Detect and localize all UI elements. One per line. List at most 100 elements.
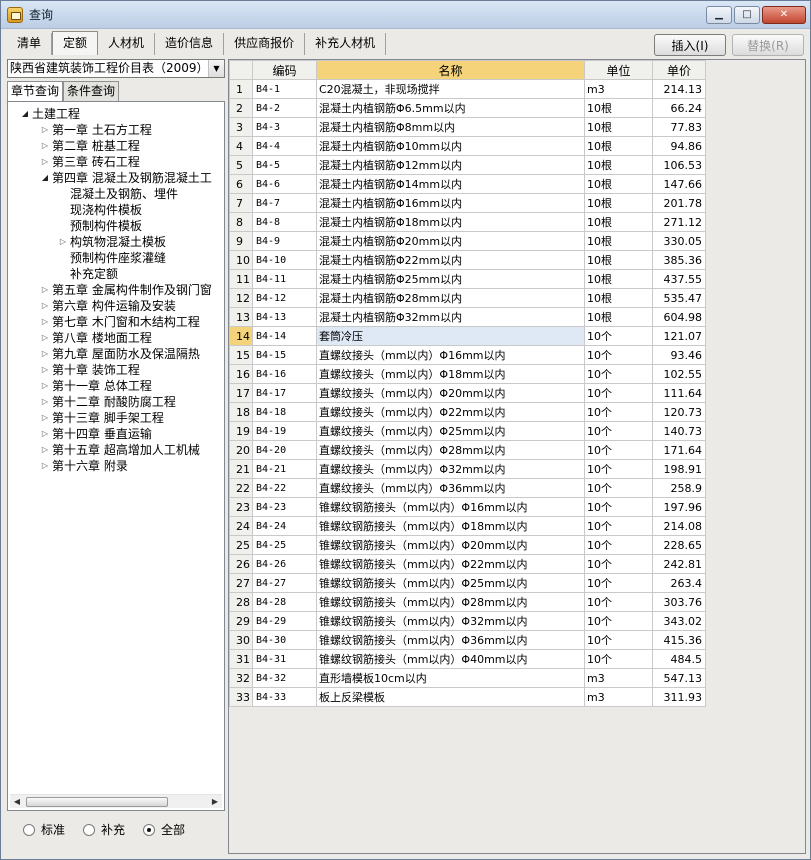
filter-radio-1[interactable]: 补充 <box>83 821 125 838</box>
table-row[interactable]: 26 B4-26 锥螺纹钢筋接头（mm以内）Φ22mm以内 10个 242.81 <box>229 554 706 574</box>
tree-item[interactable]: ▷ 第三章 砖石工程 <box>8 154 224 170</box>
cell-name[interactable]: 锥螺纹钢筋接头（mm以内）Φ28mm以内 <box>316 592 585 612</box>
cell-code[interactable]: B4-6 <box>252 174 317 194</box>
cell-name[interactable]: 混凝土内植钢筋Φ16mm以内 <box>316 193 585 213</box>
cell-code[interactable]: B4-7 <box>252 193 317 213</box>
cell-code[interactable]: B4-12 <box>252 288 317 308</box>
cell-name[interactable]: 锥螺纹钢筋接头（mm以内）Φ18mm以内 <box>316 516 585 536</box>
cell-code[interactable]: B4-32 <box>252 668 317 688</box>
tree-item[interactable]: ▷ 第十章 装饰工程 <box>8 362 224 378</box>
cell-code[interactable]: B4-29 <box>252 611 317 631</box>
table-row[interactable]: 4 B4-4 混凝土内植钢筋Φ10mm以内 10根 94.86 <box>229 136 706 156</box>
table-row[interactable]: 13 B4-13 混凝土内植钢筋Φ32mm以内 10根 604.98 <box>229 307 706 327</box>
table-row[interactable]: 17 B4-17 直螺纹接头（mm以内）Φ20mm以内 10个 111.64 <box>229 383 706 403</box>
radio-circle[interactable] <box>143 823 156 836</box>
cell-code[interactable]: B4-31 <box>252 649 317 669</box>
cell-price[interactable]: 171.64 <box>652 440 706 460</box>
price-table-select[interactable]: 陕西省建筑装饰工程价目表（2009） ▼ <box>7 59 225 78</box>
table-row[interactable]: 27 B4-27 锥螺纹钢筋接头（mm以内）Φ25mm以内 10个 263.4 <box>229 573 706 593</box>
expand-icon[interactable]: ▷ <box>40 442 50 458</box>
cell-code[interactable]: B4-20 <box>252 440 317 460</box>
cell-unit[interactable]: 10根 <box>584 288 653 308</box>
chevron-down-icon[interactable]: ▼ <box>208 60 224 77</box>
cell-name[interactable]: 混凝土内植钢筋Φ14mm以内 <box>316 174 585 194</box>
cell-price[interactable]: 201.78 <box>652 193 706 213</box>
table-row[interactable]: 23 B4-23 锥螺纹钢筋接头（mm以内）Φ16mm以内 10个 197.96 <box>229 497 706 517</box>
table-row[interactable]: 11 B4-11 混凝土内植钢筋Φ25mm以内 10根 437.55 <box>229 269 706 289</box>
cell-code[interactable]: B4-21 <box>252 459 317 479</box>
cell-price[interactable]: 535.47 <box>652 288 706 308</box>
cell-code[interactable]: B4-17 <box>252 383 317 403</box>
cell-unit[interactable]: m3 <box>584 687 653 707</box>
cell-unit[interactable]: 10个 <box>584 364 653 384</box>
collapse-icon[interactable]: ◢ <box>40 170 50 186</box>
cell-code[interactable]: B4-15 <box>252 345 317 365</box>
tree-item[interactable]: ▷ 构筑物混凝土模板 <box>8 234 224 250</box>
table-row[interactable]: 33 B4-33 板上反梁模板 m3 311.93 <box>229 687 706 707</box>
cell-unit[interactable]: 10个 <box>584 611 653 631</box>
table-row[interactable]: 3 B4-3 混凝土内植钢筋Φ8mm以内 10根 77.83 <box>229 117 706 137</box>
tree-item[interactable]: ▷ 第十三章 脚手架工程 <box>8 410 224 426</box>
cell-code[interactable]: B4-28 <box>252 592 317 612</box>
table-row[interactable]: 2 B4-2 混凝土内植钢筋Φ6.5mm以内 10根 66.24 <box>229 98 706 118</box>
cell-unit[interactable]: 10个 <box>584 459 653 479</box>
cell-name[interactable]: 板上反梁模板 <box>316 687 585 707</box>
tree-item[interactable]: ▷ 第十四章 垂直运输 <box>8 426 224 442</box>
tab-0[interactable]: 清单 <box>7 33 53 55</box>
cell-code[interactable]: B4-25 <box>252 535 317 555</box>
cell-name[interactable]: 直螺纹接头（mm以内）Φ16mm以内 <box>316 345 585 365</box>
subtab-0[interactable]: 章节查询 <box>7 81 64 102</box>
cell-price[interactable]: 106.53 <box>652 155 706 175</box>
cell-unit[interactable]: 10个 <box>584 440 653 460</box>
cell-name[interactable]: 混凝土内植钢筋Φ18mm以内 <box>316 212 585 232</box>
cell-price[interactable]: 343.02 <box>652 611 706 631</box>
collapse-icon[interactable]: ◢ <box>20 106 30 122</box>
cell-price[interactable]: 121.07 <box>652 326 706 346</box>
cell-name[interactable]: 混凝土内植钢筋Φ10mm以内 <box>316 136 585 156</box>
cell-unit[interactable]: 10个 <box>584 402 653 422</box>
table-row[interactable]: 21 B4-21 直螺纹接头（mm以内）Φ32mm以内 10个 198.91 <box>229 459 706 479</box>
cell-name[interactable]: 直形墙模板10cm以内 <box>316 668 585 688</box>
cell-unit[interactable]: 10个 <box>584 345 653 365</box>
cell-unit[interactable]: 10根 <box>584 117 653 137</box>
table-row[interactable]: 15 B4-15 直螺纹接头（mm以内）Φ16mm以内 10个 93.46 <box>229 345 706 365</box>
cell-name[interactable]: 混凝土内植钢筋Φ22mm以内 <box>316 250 585 270</box>
cell-name[interactable]: 锥螺纹钢筋接头（mm以内）Φ40mm以内 <box>316 649 585 669</box>
cell-unit[interactable]: 10个 <box>584 516 653 536</box>
scroll-thumb[interactable] <box>26 797 168 807</box>
insert-button[interactable]: 插入(I) <box>654 34 726 56</box>
expand-icon[interactable]: ▷ <box>40 298 50 314</box>
expand-icon[interactable]: ▷ <box>40 378 50 394</box>
cell-unit[interactable]: 10根 <box>584 136 653 156</box>
expand-icon[interactable]: ▷ <box>40 330 50 346</box>
cell-code[interactable]: B4-23 <box>252 497 317 517</box>
cell-code[interactable]: B4-14 <box>252 326 317 346</box>
cell-unit[interactable]: 10个 <box>584 421 653 441</box>
cell-name[interactable]: 锥螺纹钢筋接头（mm以内）Φ16mm以内 <box>316 497 585 517</box>
cell-price[interactable]: 547.13 <box>652 668 706 688</box>
table-row[interactable]: 8 B4-8 混凝土内植钢筋Φ18mm以内 10根 271.12 <box>229 212 706 232</box>
filter-radio-0[interactable]: 标准 <box>23 821 65 838</box>
cell-price[interactable]: 258.9 <box>652 478 706 498</box>
table-row[interactable]: 29 B4-29 锥螺纹钢筋接头（mm以内）Φ32mm以内 10个 343.02 <box>229 611 706 631</box>
tree-horizontal-scrollbar[interactable]: ◀ ▶ <box>10 794 222 808</box>
cell-price[interactable]: 263.4 <box>652 573 706 593</box>
cell-unit[interactable]: 10个 <box>584 630 653 650</box>
expand-icon[interactable]: ▷ <box>40 282 50 298</box>
cell-price[interactable]: 385.36 <box>652 250 706 270</box>
cell-unit[interactable]: 10根 <box>584 231 653 251</box>
table-row[interactable]: 19 B4-19 直螺纹接头（mm以内）Φ25mm以内 10个 140.73 <box>229 421 706 441</box>
cell-unit[interactable]: 10根 <box>584 98 653 118</box>
cell-code[interactable]: B4-9 <box>252 231 317 251</box>
cell-unit[interactable]: m3 <box>584 79 653 99</box>
cell-unit[interactable]: 10个 <box>584 326 653 346</box>
cell-name[interactable]: 锥螺纹钢筋接头（mm以内）Φ22mm以内 <box>316 554 585 574</box>
tab-4[interactable]: 供应商报价 <box>224 33 306 55</box>
radio-circle[interactable] <box>23 823 35 836</box>
filter-radio-2[interactable]: 全部 <box>143 821 185 838</box>
cell-name[interactable]: 直螺纹接头（mm以内）Φ20mm以内 <box>316 383 585 403</box>
cell-name[interactable]: 混凝土内植钢筋Φ25mm以内 <box>316 269 585 289</box>
column-header-2[interactable]: 单位 <box>584 60 653 80</box>
cell-code[interactable]: B4-33 <box>252 687 317 707</box>
cell-code[interactable]: B4-30 <box>252 630 317 650</box>
